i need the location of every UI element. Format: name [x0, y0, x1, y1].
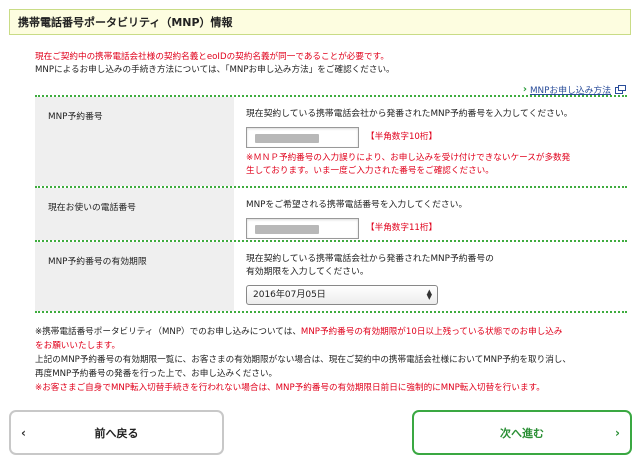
- external-link-icon: [615, 85, 626, 94]
- phone-number-hint: 【半角数字11桁】: [366, 223, 438, 233]
- back-button-label: 前へ戻る: [94, 426, 139, 440]
- expiry-label: MNP予約番号の有効期限: [35, 242, 234, 311]
- mnp-number-warning-line2: 生しております。いま一度ご入力された番号をご確認ください。: [246, 166, 494, 176]
- phone-number-instruction: MNPをご希望される携帯電話番号を入力してください。: [246, 200, 468, 210]
- chevron-right-icon: ›: [615, 425, 620, 440]
- next-button[interactable]: 次へ進む ›: [412, 410, 632, 455]
- form-row-mnp-number: MNP予約番号 現在契約している携帯電話会社から発番されたMNP予約番号を入力し…: [35, 95, 627, 186]
- phone-number-input[interactable]: [246, 218, 359, 239]
- mnp-form: MNP予約番号 現在契約している携帯電話会社から発番されたMNP予約番号を入力し…: [35, 95, 627, 313]
- select-arrows-icon: ▲ ▼: [426, 288, 432, 301]
- footnote-validity-text: ※携帯電話番号ポータビリティ（MNP）でのお申し込みについては、: [35, 327, 301, 337]
- expiry-field: 現在契約している携帯電話会社から発番されたMNP予約番号の 有効期限を入力してく…: [234, 242, 627, 311]
- expiry-date-value: 2016年07月05日: [253, 289, 326, 300]
- expiry-instruction-1: 現在契約している携帯電話会社から発番されたMNP予約番号の: [246, 254, 494, 264]
- form-row-expiry: MNP予約番号の有効期限 現在契約している携帯電話会社から発番されたMNP予約番…: [35, 240, 627, 313]
- mnp-number-instruction: 現在契約している携帯電話会社から発番されたMNP予約番号を入力してください。: [246, 109, 573, 119]
- form-row-phone-number: 現在お使いの電話番号 MNPをご希望される携帯電話番号を入力してください。 【半…: [35, 186, 627, 240]
- expiry-date-select[interactable]: 2016年07月05日 ▲ ▼: [246, 285, 438, 305]
- mnp-number-field: 現在契約している携帯電話会社から発番されたMNP予約番号を入力してください。 【…: [234, 97, 627, 186]
- masked-value: [255, 134, 319, 143]
- footnote-validity-warning-2: をお願いいたします。: [35, 341, 121, 351]
- mnp-number-input[interactable]: [246, 127, 359, 148]
- footnote-forced-switch: ※お客さまご自身でMNP転入切替手続きを行われない場合は、MNP予約番号の有効期…: [35, 383, 545, 393]
- footnote-validity-warning: MNP予約番号の有効期限が10日以上残っている状態でのお申し込み: [300, 327, 563, 337]
- chevron-left-icon: ‹: [21, 425, 26, 440]
- footnote-validity: ※携帯電話番号ポータビリティ（MNP）でのお申し込みについては、MNP予約番号の…: [35, 325, 630, 353]
- masked-value: [255, 225, 319, 234]
- next-button-label: 次へ進む: [500, 426, 544, 440]
- mnp-number-warning: ※ＭＮＰ予約番号の入力誤りにより、お申し込みを受け付けできないケースが多数発 生…: [246, 152, 627, 178]
- mnp-number-warning-line1: ※ＭＮＰ予約番号の入力誤りにより、お申し込みを受け付けできないケースが多数発: [246, 153, 571, 163]
- intro-procedure: MNPによるお申し込みの手続き方法については、「MNPお申し込み方法」をご確認く…: [35, 65, 395, 75]
- mnp-number-label: MNP予約番号: [35, 97, 234, 186]
- expiry-instruction-2: 有効期限を入力してください。: [246, 267, 369, 277]
- phone-number-field: MNPをご希望される携帯電話番号を入力してください。 【半角数字11桁】: [234, 188, 627, 240]
- back-button[interactable]: ‹ 前へ戻る: [9, 410, 224, 455]
- phone-number-label: 現在お使いの電話番号: [35, 188, 234, 240]
- footnotes: ※携帯電話番号ポータビリティ（MNP）でのお申し込みについては、MNP予約番号の…: [35, 325, 630, 395]
- footnote-cancel: 上記のMNP予約番号の有効期限一覧に、お客さまの有効期限がない場合は、現在ご契約…: [35, 355, 571, 365]
- chevron-right-icon: ›: [522, 84, 527, 95]
- intro-requirement: 現在ご契約中の携帯電話会社様の契約名義とeoIDの契約名義が同一であることが必要…: [35, 52, 389, 62]
- section-title: 携帯電話番号ポータビリティ（MNP）情報: [18, 16, 233, 29]
- section-header: 携帯電話番号ポータビリティ（MNP）情報: [9, 9, 631, 35]
- footnote-reissue: 再度MNP予約番号の発番を行った上で、お申し込みください。: [35, 369, 278, 379]
- mnp-number-hint: 【半角数字10桁】: [366, 132, 438, 142]
- intro-text: 現在ご契約中の携帯電話会社様の契約名義とeoIDの契約名義が同一であることが必要…: [35, 51, 625, 77]
